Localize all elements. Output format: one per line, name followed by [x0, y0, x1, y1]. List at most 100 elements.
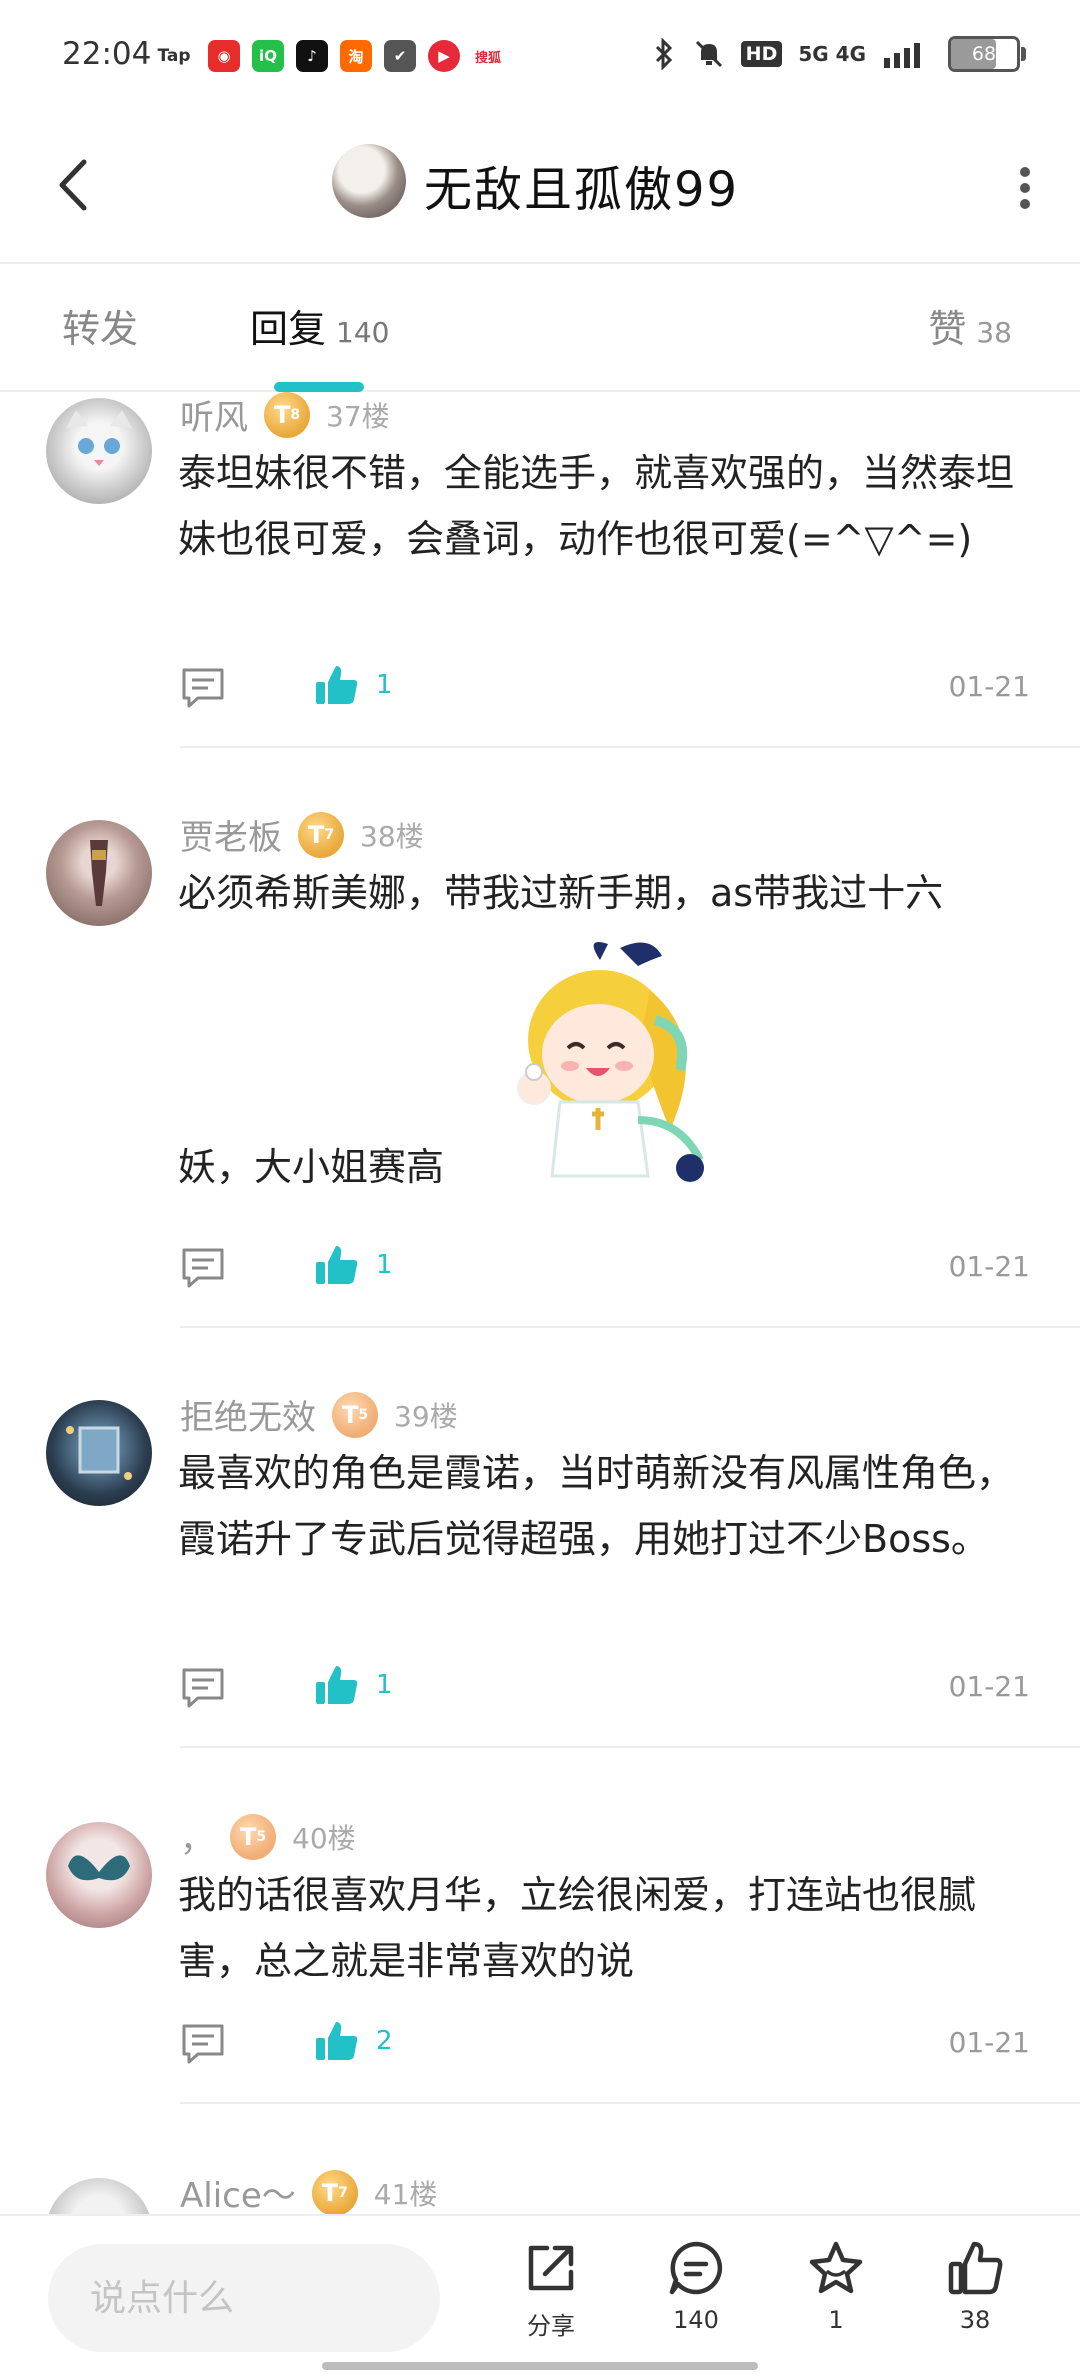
favorite-button[interactable]: 1: [781, 2238, 891, 2334]
username[interactable]: ，: [180, 1812, 214, 1861]
back-arrow-icon[interactable]: [40, 150, 110, 220]
username[interactable]: 贾老板: [180, 810, 282, 859]
figure-avatar-icon: [90, 840, 108, 906]
comment-text: 泰坦妹很不错，全能选手，就喜欢强的，当然泰坦妹也很可爱，会叠词，动作也很可爱(=…: [178, 451, 1015, 561]
reply-icon[interactable]: [180, 1666, 226, 1710]
network-label: 5G 4G: [798, 42, 866, 66]
level-badge: T8: [264, 391, 310, 438]
thumbs-up-icon[interactable]: [314, 1242, 360, 1288]
comment-header: Alice～ T7 41楼: [180, 2168, 437, 2214]
thumbs-up-outline-icon: [948, 2241, 1003, 2295]
status-indicators: HD 5G 4G 68: [651, 36, 1026, 72]
comment-header: 听风 T8 37楼: [180, 390, 390, 439]
like-button[interactable]: 38: [920, 2238, 1030, 2334]
tab-forward-label: 转发: [62, 307, 139, 351]
more-options-icon[interactable]: [1000, 158, 1050, 218]
comment-date: 01-21: [948, 2026, 1030, 2059]
comment-actions: 1 01-21: [180, 1662, 1030, 1722]
divider: [180, 746, 1080, 748]
sohu-video-icon: 搜狐: [474, 50, 501, 66]
tab-forward[interactable]: 转发: [62, 298, 138, 353]
taptap-icon: Tap: [157, 46, 191, 66]
username[interactable]: 听风: [180, 390, 248, 439]
level-badge: T7: [311, 2169, 358, 2214]
reply-icon[interactable]: [180, 1246, 226, 1290]
comment-button[interactable]: 140: [641, 2238, 751, 2334]
level-badge: T5: [332, 1391, 378, 1438]
comment-text: 我的话很喜欢月华，立绘很闲爱，打连站也很腻害，总之就是非常喜欢的说: [178, 1873, 977, 1983]
top-nav-bar: 无敌且孤傲99: [0, 112, 1080, 264]
level-badge: T7: [298, 811, 344, 858]
star-icon: [809, 2241, 863, 2294]
comment-header: 贾老板 T7 38楼: [180, 810, 424, 859]
user-avatar[interactable]: [46, 398, 152, 504]
tab-reply-count: 140: [336, 316, 390, 349]
floor-number: 41楼: [373, 2177, 438, 2211]
share-label: 分享: [527, 2312, 575, 2340]
like-count: 2: [376, 2026, 393, 2056]
hd-badge: HD: [740, 41, 783, 67]
home-indicator[interactable]: [322, 2362, 758, 2370]
tab-likes-count: 38: [976, 316, 1012, 349]
comment-input[interactable]: [48, 2244, 440, 2352]
tab-reply-label: 回复: [250, 307, 327, 351]
status-app-icons: Tap ◉ iQ ♪ 淘 ✔ ▶ 搜狐: [152, 40, 504, 72]
comment-actions: 2 01-21: [180, 2018, 1030, 2078]
comment-actions: 1 01-21: [180, 1242, 1030, 1302]
tab-bar: 转发 回复 140 赞 38: [0, 264, 1080, 392]
user-avatar[interactable]: [46, 1400, 152, 1506]
scene-avatar-icon: [66, 1426, 132, 1480]
floor-number: 39楼: [394, 1399, 458, 1433]
favorite-count: 1: [828, 2306, 844, 2334]
comment-icon: [669, 2241, 723, 2295]
floor-number: 40楼: [292, 1821, 356, 1855]
comment-text-line1: 必须希斯美娜，带我过新手期，as带我过十六: [178, 871, 944, 915]
username[interactable]: 拒绝无效: [180, 1390, 316, 1439]
comment-date: 01-21: [948, 1670, 1030, 1703]
comment-actions: 1 01-21: [180, 662, 1030, 722]
comment-header: ， T5 40楼: [180, 1812, 356, 1861]
level-badge: T5: [230, 1813, 276, 1860]
divider: [180, 1746, 1080, 1748]
mute-icon: [695, 40, 722, 68]
reply-icon[interactable]: [180, 2022, 226, 2066]
like-count: 1: [376, 670, 393, 700]
comment-header: 拒绝无效 T5 39楼: [180, 1390, 458, 1439]
comment-text-line2: 妖，大小姐赛高: [178, 1145, 445, 1189]
like-total: 38: [959, 2306, 991, 2334]
author-avatar[interactable]: [332, 144, 406, 218]
user-avatar[interactable]: [46, 820, 152, 926]
thumbs-up-icon[interactable]: [314, 1662, 360, 1708]
comment-date: 01-21: [948, 1250, 1030, 1283]
share-button[interactable]: 分享: [496, 2238, 606, 2341]
status-time: 22:04: [62, 36, 152, 72]
signal-icon: [884, 43, 920, 68]
comment-list[interactable]: 听风 T8 37楼 泰坦妹很不错，全能选手，就喜欢强的，当然泰坦妹也很可爱，会叠…: [0, 390, 1080, 2214]
comment-text: 最喜欢的角色是霞诺，当时萌新没有风属性角色，霞诺升了专武后觉得超强，用她打过不少…: [178, 1451, 1015, 1561]
tab-likes-label: 赞: [928, 307, 967, 351]
divider: [180, 1326, 1080, 1328]
page-title: 无敌且孤傲99: [424, 162, 740, 218]
battery-text: 68: [971, 43, 997, 65]
tab-likes[interactable]: 赞 38: [928, 298, 1012, 353]
shield-icon: ✔: [384, 40, 416, 72]
thumbs-up-icon[interactable]: [314, 662, 360, 708]
floor-number: 38楼: [360, 819, 424, 853]
thumbs-up-icon[interactable]: [314, 2018, 360, 2064]
bluetooth-icon: [655, 38, 672, 70]
user-avatar[interactable]: [46, 2178, 152, 2214]
tab-reply[interactable]: 回复 140: [250, 298, 389, 353]
comment-count: 140: [673, 2306, 719, 2334]
floor-number: 37楼: [326, 399, 390, 433]
like-count: 1: [376, 1250, 393, 1280]
douyin-icon: ♪: [296, 40, 328, 72]
iqiyi-icon: iQ: [252, 40, 284, 72]
share-icon: [528, 2245, 574, 2291]
video-app-icon: ▶: [428, 40, 460, 72]
reply-icon[interactable]: [180, 666, 226, 710]
user-avatar[interactable]: [46, 1822, 152, 1928]
comment-date: 01-21: [948, 670, 1030, 703]
status-bar: 22:04 Tap ◉ iQ ♪ 淘 ✔ ▶ 搜狐 HD 5G 4G 68: [0, 0, 1080, 112]
username[interactable]: Alice～: [180, 2168, 296, 2214]
battery-icon: 68: [948, 36, 1026, 72]
